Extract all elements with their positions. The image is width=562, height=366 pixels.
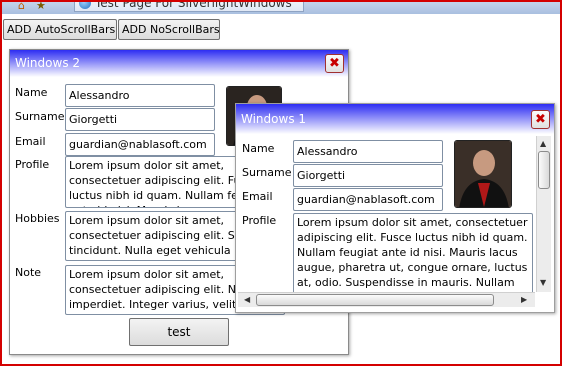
window-1-titlebar[interactable]: Windows 1 ✖	[236, 104, 554, 134]
profile-label: Profile	[242, 214, 277, 227]
window-1-content: Name Alessandro Surname Giorgetti Email …	[238, 136, 535, 292]
browser-chrome: ⌂ ★ Test Page For SilverlightWindows	[0, 0, 562, 14]
email-label: Email	[242, 190, 273, 203]
window-1[interactable]: Windows 1 ✖ Name Alessandro Surname Gior…	[235, 103, 555, 313]
horizontal-scrollbar[interactable]: ◀ ▶	[238, 292, 535, 307]
test-button[interactable]: test	[129, 318, 229, 346]
profile-textarea[interactable]: Lorem ipsum dolor sit amet, consectetuer…	[293, 213, 533, 292]
name-field[interactable]: Alessandro	[293, 140, 443, 163]
window-2-titlebar[interactable]: Windows 2 ✖	[10, 50, 348, 77]
profile-label: Profile	[15, 158, 50, 171]
name-field[interactable]: Alessandro	[65, 84, 215, 107]
window-2-close-icon[interactable]: ✖	[325, 54, 344, 73]
window-2-title: Windows 2	[15, 56, 81, 70]
surname-field[interactable]: Giorgetti	[65, 108, 215, 131]
email-field[interactable]: guardian@nablasoft.com	[293, 188, 443, 211]
name-label: Name	[15, 86, 48, 99]
surname-label: Surname	[242, 166, 292, 179]
horizontal-scroll-thumb[interactable]	[256, 294, 494, 306]
note-label: Note	[15, 266, 42, 279]
scroll-down-icon[interactable]: ▼	[540, 278, 546, 288]
hobbies-label: Hobbies	[15, 212, 60, 225]
browser-tab-title: Test Page For SilverlightWindows	[95, 0, 292, 10]
add-autoscrollbars-button[interactable]: ADD AutoScrollBars	[3, 19, 117, 40]
surname-field[interactable]: Giorgetti	[293, 164, 443, 187]
home-icon[interactable]: ⌂	[18, 0, 25, 11]
vertical-scroll-thumb[interactable]	[538, 151, 550, 189]
add-noscrollbars-button[interactable]: ADD NoScrollBars	[118, 19, 220, 40]
scroll-up-icon[interactable]: ▲	[540, 139, 546, 149]
browser-logo-icon	[79, 0, 91, 9]
email-label: Email	[15, 135, 46, 148]
browser-tab[interactable]: Test Page For SilverlightWindows	[74, 0, 304, 12]
window-1-title: Windows 1	[241, 112, 307, 126]
name-label: Name	[242, 142, 275, 155]
surname-label: Surname	[15, 110, 65, 123]
vertical-scrollbar[interactable]: ▲ ▼	[536, 136, 551, 292]
scroll-left-icon[interactable]: ◀	[244, 295, 250, 305]
email-field[interactable]: guardian@nablasoft.com	[65, 133, 215, 156]
scroll-right-icon[interactable]: ▶	[521, 295, 527, 305]
avatar	[454, 140, 512, 208]
window-1-close-icon[interactable]: ✖	[531, 110, 550, 129]
favorites-icon[interactable]: ★	[36, 0, 46, 11]
